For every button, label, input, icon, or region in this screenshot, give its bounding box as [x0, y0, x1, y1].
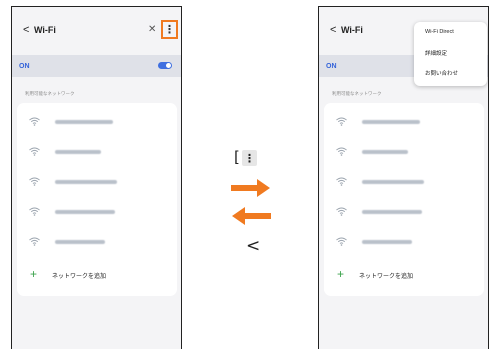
menu-item-wifi-direct[interactable]: Wi-Fi Direct: [425, 29, 454, 35]
wifi-signal-icon: [336, 177, 347, 186]
arrow-left-icon: [232, 207, 271, 225]
add-network-label: ネットワークを追加: [359, 274, 414, 280]
more-options-button[interactable]: ⋮: [161, 20, 178, 39]
wifi-on-label: ON: [326, 62, 337, 70]
wifi-signal-icon: [29, 237, 40, 246]
instruction-panel: [ ] ⋮ <: [220, 140, 290, 270]
wifi-signal-icon: [29, 207, 40, 216]
back-button[interactable]: <: [23, 24, 29, 36]
available-networks-label: 利用可能なネットワーク: [332, 91, 382, 96]
plus-icon: +: [337, 267, 345, 281]
network-item[interactable]: [17, 143, 177, 163]
back-key-icon: <: [246, 236, 261, 256]
network-name-blurred: [362, 210, 422, 214]
network-name-blurred: [55, 120, 113, 124]
add-network-button[interactable]: + ネットワークを追加: [324, 267, 484, 287]
wifi-signal-icon: [336, 117, 347, 126]
page-title: Wi-Fi: [341, 25, 363, 35]
network-name-blurred: [362, 150, 408, 154]
back-button[interactable]: <: [330, 24, 336, 36]
wifi-toggle-row[interactable]: ON: [12, 55, 181, 77]
wifi-signal-icon: [29, 177, 40, 186]
page-title: Wi-Fi: [34, 25, 56, 35]
menu-item-contact-us[interactable]: お問い合わせ: [425, 69, 458, 77]
add-network-label: ネットワークを追加: [52, 274, 107, 280]
network-name-blurred: [55, 180, 117, 184]
network-item[interactable]: [324, 173, 484, 193]
menu-item-advanced-settings[interactable]: 詳細設定: [425, 49, 447, 57]
scan-icon[interactable]: ✕: [148, 24, 156, 35]
network-name-blurred: [362, 240, 412, 244]
arrow-right-icon: [231, 179, 270, 197]
network-list: + ネットワークを追加: [324, 103, 484, 296]
network-list: + ネットワークを追加: [17, 103, 177, 296]
network-item[interactable]: [17, 113, 177, 133]
network-item[interactable]: [17, 173, 177, 193]
network-name-blurred: [55, 240, 105, 244]
plus-icon: +: [30, 267, 38, 281]
wifi-signal-icon: [29, 117, 40, 126]
phone-screen-before: < Wi-Fi ✕ ⋮ ON 利用可能なネットワーク + ネットワークを追加: [11, 6, 182, 349]
wifi-on-label: ON: [19, 62, 30, 70]
more-options-key-icon: ⋮: [242, 150, 257, 166]
network-name-blurred: [362, 180, 424, 184]
wifi-signal-icon: [336, 237, 347, 246]
more-options-menu: Wi-Fi Direct 詳細設定 お問い合わせ: [414, 22, 487, 86]
network-item[interactable]: [17, 233, 177, 253]
network-name-blurred: [55, 210, 115, 214]
wifi-toggle-switch[interactable]: [158, 62, 172, 69]
network-name-blurred: [55, 150, 101, 154]
network-item[interactable]: [17, 203, 177, 223]
phone-screen-after: < Wi-Fi ON 利用可能なネットワーク + ネットワークを追加 Wi-Fi…: [318, 6, 489, 349]
network-item[interactable]: [324, 203, 484, 223]
add-network-button[interactable]: + ネットワークを追加: [17, 267, 177, 287]
network-item[interactable]: [324, 233, 484, 253]
network-item[interactable]: [324, 143, 484, 163]
wifi-signal-icon: [336, 147, 347, 156]
app-header: < Wi-Fi ✕ ⋮: [12, 7, 181, 51]
available-networks-label: 利用可能なネットワーク: [25, 91, 75, 96]
network-item[interactable]: [324, 113, 484, 133]
network-name-blurred: [362, 120, 420, 124]
wifi-signal-icon: [29, 147, 40, 156]
wifi-signal-icon: [336, 207, 347, 216]
